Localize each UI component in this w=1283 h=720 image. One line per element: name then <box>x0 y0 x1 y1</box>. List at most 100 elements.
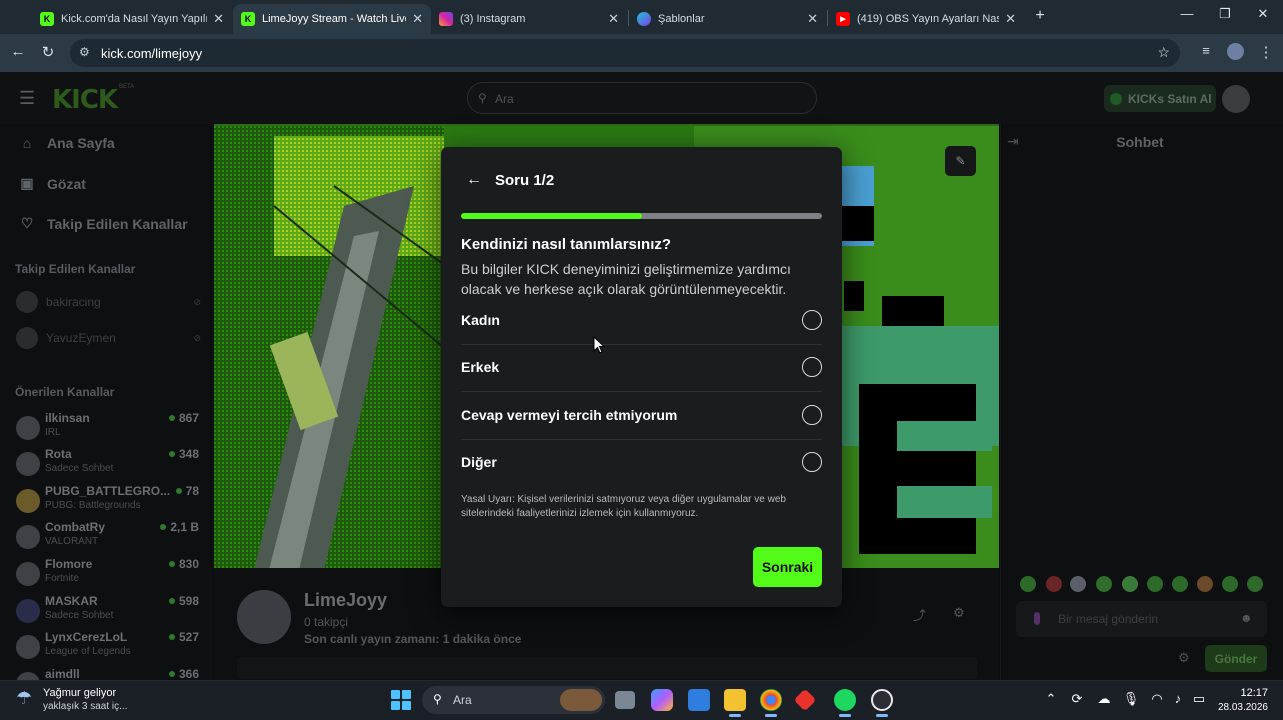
followed-channel[interactable]: YavuzEymen ⊘ <box>16 327 201 349</box>
recommended-channel[interactable]: PUBG_BATTLEGRO... PUBG: Battlegrounds 78 <box>16 484 202 520</box>
bookmark-star-icon[interactable]: ☆ <box>1157 44 1170 61</box>
clock-date[interactable]: 28.03.2026 <box>1213 702 1268 713</box>
share-icon[interactable]: ⤴ <box>913 605 926 624</box>
user-avatar[interactable] <box>1222 85 1250 113</box>
copilot-icon[interactable] <box>651 689 673 711</box>
site-search-input[interactable]: ⚲ Ara <box>467 82 817 114</box>
minimize-icon[interactable]: — <box>1177 6 1197 21</box>
live-dot-icon <box>168 415 175 421</box>
channel-avatar[interactable] <box>237 590 291 644</box>
radio-button[interactable] <box>802 452 822 472</box>
kick-logo[interactable]: KICK <box>52 85 118 115</box>
browser-tab[interactable]: K Kick.com'da Nasıl Yayın Yapılır | ✕ <box>32 4 232 34</box>
emote-icon[interactable] <box>1122 576 1138 592</box>
close-window-icon[interactable]: ✕ <box>1253 6 1273 22</box>
option-prefer-not[interactable]: Cevap vermeyi tercih etmiyorum <box>461 393 822 440</box>
send-message-button[interactable]: Gönder <box>1205 645 1267 672</box>
task-view-icon[interactable] <box>615 691 635 709</box>
sidebar-item-home[interactable]: ⌂ Ana Sayfa <box>18 135 115 151</box>
beta-badge: BETA <box>119 84 135 90</box>
channel-avatar <box>16 416 40 440</box>
recommended-channel[interactable]: ilkinsan IRL 867 <box>16 411 202 447</box>
chat-settings-icon[interactable]: ⚙ <box>1178 650 1190 666</box>
restore-icon[interactable]: ❐ <box>1215 6 1235 22</box>
address-bar[interactable]: ⚙ kick.com/limejoyy ☆ <box>70 39 1180 67</box>
emote-icon[interactable] <box>1020 576 1036 592</box>
microsoft-store-icon[interactable] <box>688 689 710 711</box>
emote-icon[interactable] <box>1172 576 1188 592</box>
file-explorer-icon[interactable] <box>724 689 746 711</box>
emote-icon[interactable] <box>1096 576 1112 592</box>
collapse-chat-icon[interactable]: ⇥ <box>1007 133 1019 150</box>
close-tab-icon[interactable]: ✕ <box>213 11 224 27</box>
emoji-icon[interactable]: ☻ <box>1240 611 1253 625</box>
next-button[interactable]: Sonraki <box>753 547 822 587</box>
recommended-channel[interactable]: LynxCerezLoL League of Legends 527 <box>16 630 202 666</box>
channel-name[interactable]: LimeJoyy <box>304 590 387 611</box>
recommended-channel[interactable]: Flomore Fortnite 830 <box>16 557 202 593</box>
user-settings-icon[interactable]: ⚙ <box>953 605 965 621</box>
recommended-channel[interactable]: MASKAR Sadece Sohbet 598 <box>16 594 202 630</box>
taskbar-search[interactable]: ⚲ Ara <box>422 686 605 714</box>
radio-button[interactable] <box>802 357 822 377</box>
chrome-icon[interactable] <box>760 689 782 711</box>
option-kadin[interactable]: Kadın <box>461 298 822 345</box>
recommended-channel[interactable]: Rota Sadece Sohbet 348 <box>16 447 202 483</box>
active-app-indicator <box>839 714 851 717</box>
emote-icon[interactable] <box>1046 576 1062 592</box>
new-tab-icon[interactable]: + <box>1030 7 1050 25</box>
clock-time[interactable]: 12:17 <box>1240 687 1268 699</box>
volume-icon[interactable]: ♪ <box>1169 691 1187 706</box>
emote-icon[interactable] <box>1222 576 1238 592</box>
emote-icon[interactable] <box>1147 576 1163 592</box>
reload-icon[interactable]: ↻ <box>38 43 58 61</box>
browser-tab[interactable]: Şablonlar ✕ <box>629 4 826 34</box>
emote-icon[interactable] <box>1197 576 1213 592</box>
browser-tab[interactable]: (3) Instagram ✕ <box>431 4 627 34</box>
close-tab-icon[interactable]: ✕ <box>1005 11 1016 27</box>
rain-cloud-icon[interactable]: ☂ <box>16 688 32 709</box>
edit-banner-button[interactable]: ✎ <box>945 146 976 176</box>
windows-start-icon[interactable] <box>391 690 411 710</box>
emote-icon[interactable] <box>1070 576 1086 592</box>
channel-avatar <box>16 635 40 659</box>
battery-icon[interactable]: ▭ <box>1190 691 1208 707</box>
chevron-up-icon[interactable]: ⌃ <box>1042 691 1060 707</box>
recommended-channel[interactable]: aimdll 366 <box>16 667 202 680</box>
profile-icon[interactable] <box>1225 43 1245 64</box>
close-tab-icon[interactable]: ✕ <box>807 11 818 27</box>
wifi-icon[interactable]: ◠ <box>1148 691 1166 707</box>
option-diger[interactable]: Diğer <box>461 440 822 487</box>
back-icon[interactable]: ← <box>8 43 28 60</box>
radio-button[interactable] <box>802 405 822 425</box>
buy-kicks-button[interactable]: KICKs Satın Al <box>1104 85 1216 112</box>
close-tab-icon[interactable]: ✕ <box>608 11 619 27</box>
browser-tab-active[interactable]: K LimeJoyy Stream - Watch Live o ✕ <box>233 4 431 34</box>
microphone-icon[interactable] <box>1034 612 1040 625</box>
close-tab-icon[interactable]: ✕ <box>412 11 423 27</box>
channel-avatar <box>16 489 40 513</box>
followed-channel[interactable]: bakiracing ⊘ <box>16 291 201 313</box>
browser-menu-icon[interactable]: ⋮ <box>1256 43 1276 61</box>
weather-title[interactable]: Yağmur geliyor <box>43 687 116 699</box>
radio-button[interactable] <box>802 310 822 330</box>
site-info-icon[interactable]: ⚙ <box>79 45 90 59</box>
emote-icon[interactable] <box>1247 576 1263 592</box>
browser-tab[interactable]: ▶ (419) OBS Yayın Ayarları Nasıl Y ✕ <box>828 4 1024 34</box>
option-erkek[interactable]: Erkek <box>461 345 822 392</box>
spotify-icon[interactable] <box>834 689 856 711</box>
active-app-indicator <box>729 714 741 717</box>
chat-title: Sohbet <box>1116 134 1164 150</box>
back-arrow-icon[interactable]: ← <box>466 171 482 189</box>
live-dot-icon <box>168 598 175 604</box>
sidebar-item-browse[interactable]: ▣ Gözat <box>18 175 86 192</box>
recommended-channel[interactable]: CombatRy VALORANT 2,1 B <box>16 520 202 556</box>
sync-icon[interactable]: ⟳ <box>1068 691 1086 707</box>
hamburger-menu-icon[interactable]: ☰ <box>19 88 35 109</box>
url-text[interactable]: kick.com/limejoyy <box>101 46 202 61</box>
media-control-icon[interactable]: ≡ <box>1196 43 1216 58</box>
sidebar-item-following[interactable]: ♡ Takip Edilen Kanallar <box>18 215 188 232</box>
onedrive-icon[interactable]: ☁ <box>1095 691 1113 707</box>
microphone-tray-icon[interactable]: 🎙︎ <box>1122 691 1140 707</box>
obs-studio-icon[interactable] <box>871 689 893 711</box>
